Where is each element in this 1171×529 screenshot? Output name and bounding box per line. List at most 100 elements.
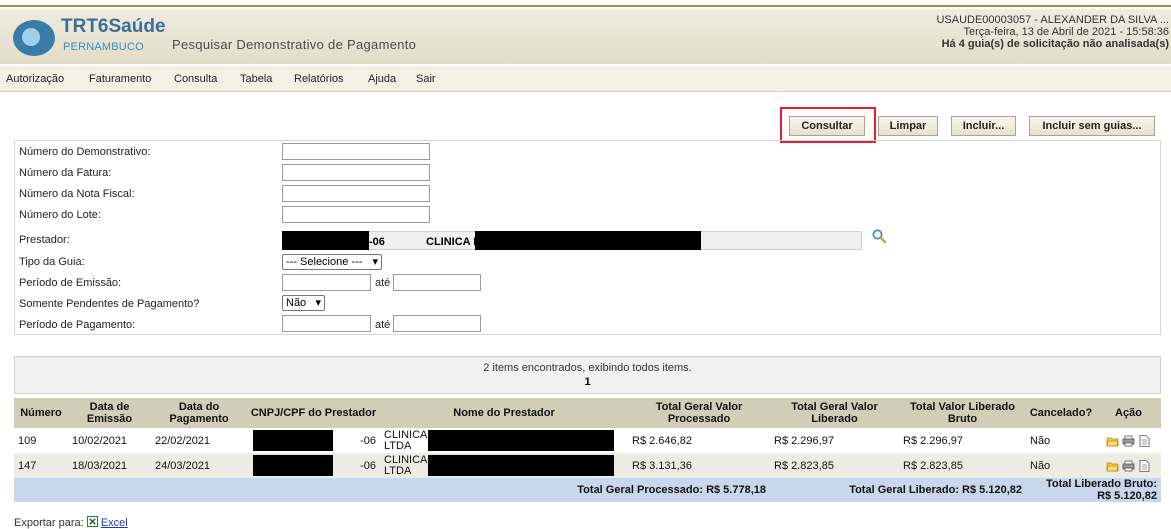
redacted-cnpj — [253, 430, 333, 451]
consultar-button[interactable]: Consultar — [789, 116, 865, 136]
pagamento-fim-input[interactable] — [393, 315, 481, 332]
redacted-nome — [428, 430, 614, 451]
label-periodo-emissao: Período de Emissão: — [19, 277, 122, 289]
table-row[interactable]: 109 10/02/2021 22/02/2021 -06 CLINICA LT… — [14, 428, 1161, 453]
somente-pendentes-value: Não — [286, 297, 307, 309]
cell-cnpj: -06 — [247, 453, 380, 478]
numero-lote-input[interactable] — [282, 206, 430, 223]
nome-prestador: CLINICA LTDA — [384, 453, 427, 477]
user-info: USAUDE00003057 - ALEXANDER DA SILVA ... … — [936, 14, 1169, 50]
cell-nome: CLINICA LTDA — [380, 428, 628, 453]
cell-acao — [1096, 428, 1161, 453]
chevron-down-icon: ▾ — [372, 256, 378, 268]
cell-cancelado: Não — [1026, 428, 1096, 453]
prestador-code-suffix: -06 — [369, 236, 385, 248]
numero-fatura-input[interactable] — [282, 164, 430, 181]
current-date: Terça-feira, 13 de Abril de 2021 - 15:58… — [963, 26, 1169, 38]
numero-demonstrativo-input[interactable] — [282, 143, 430, 160]
cell-pagamento: 22/02/2021 — [151, 428, 247, 453]
cell-cancelado: Não — [1026, 453, 1096, 478]
pagamento-inicio-input[interactable] — [282, 315, 371, 332]
col-numero[interactable]: Número — [14, 398, 68, 428]
cell-liberado: R$ 2.823,85 — [770, 453, 899, 478]
emissao-inicio-input[interactable] — [282, 274, 371, 291]
search-icon[interactable] — [871, 228, 887, 244]
cell-nome: CLINICA LTDA — [380, 453, 628, 478]
export-excel-link[interactable]: Excel — [101, 517, 128, 529]
cell-emissao: 10/02/2021 — [68, 428, 151, 453]
label-numero-nota-fiscal: Número da Nota Fiscal: — [19, 188, 135, 200]
col-data-emissao[interactable]: Data de Emissão — [68, 398, 151, 428]
open-folder-icon[interactable] — [1106, 460, 1119, 472]
total-bruto: Total Liberado Bruto: R$ 5.120,82 — [1026, 478, 1161, 502]
label-tipo-guia: Tipo da Guia: — [19, 256, 85, 268]
excel-icon[interactable] — [86, 516, 98, 527]
menu-sair[interactable]: Sair — [416, 73, 436, 85]
menu-tabela[interactable]: Tabela — [240, 73, 272, 85]
label-numero-fatura: Número da Fatura: — [19, 167, 112, 179]
label-numero-demonstrativo: Número do Demonstrativo: — [19, 146, 151, 158]
col-acao: Ação — [1096, 398, 1161, 428]
incluir-sem-guias-button[interactable]: Incluir sem guias... — [1029, 116, 1155, 136]
cnpj-suffix: -06 — [360, 459, 376, 472]
menu-consulta[interactable]: Consulta — [174, 73, 217, 85]
document-icon[interactable] — [1138, 459, 1151, 472]
cell-bruto: R$ 2.296,97 — [899, 428, 1026, 453]
emissao-fim-input[interactable] — [393, 274, 481, 291]
incluir-button[interactable]: Incluir... — [951, 116, 1016, 136]
cell-liberado: R$ 2.296,97 — [770, 428, 899, 453]
print-icon[interactable] — [1122, 460, 1135, 472]
menu-ajuda[interactable]: Ajuda — [368, 73, 396, 85]
limpar-button[interactable]: Limpar — [878, 116, 938, 136]
redacted-cnpj — [253, 455, 333, 476]
col-nome-prestador[interactable]: Nome do Prestador — [380, 398, 628, 428]
tipo-guia-select[interactable]: --- Selecione --- ▾ — [282, 254, 382, 270]
redacted-prestador-code — [282, 231, 369, 250]
results-table: Número Data de Emissão Data do Pagamento… — [14, 398, 1161, 502]
col-cancelado[interactable]: Cancelado? — [1026, 398, 1096, 428]
open-folder-icon[interactable] — [1106, 435, 1119, 447]
export-bar: Exportar para: Excel — [14, 516, 128, 529]
results-summary: 2 items encontrados, exibindo todos item… — [14, 356, 1161, 394]
cell-processado: R$ 3.131,36 — [628, 453, 770, 478]
numero-nota-fiscal-input[interactable] — [282, 185, 430, 202]
label-periodo-pagamento: Período de Pagamento: — [19, 319, 136, 331]
total-liberado: Total Geral Liberado: R$ 5.120,82 — [770, 478, 1026, 502]
redacted-nome — [428, 455, 614, 476]
print-icon[interactable] — [1122, 435, 1135, 447]
label-numero-lote: Número do Lote: — [19, 209, 101, 221]
cell-pagamento: 24/03/2021 — [151, 453, 247, 478]
col-cnpj[interactable]: CNPJ/CPF do Prestador — [247, 398, 380, 428]
results-count: 2 items encontrados, exibindo todos item… — [483, 362, 692, 374]
chevron-down-icon: ▾ — [315, 297, 321, 309]
table-row[interactable]: 147 18/03/2021 24/03/2021 -06 CLINICA LT… — [14, 453, 1161, 478]
pending-alert[interactable]: Há 4 guia(s) de solicitação não analisad… — [936, 38, 1169, 50]
cell-numero: 147 — [14, 453, 68, 478]
col-liberado-bruto[interactable]: Total Valor Liberado Bruto — [899, 398, 1026, 428]
menu-relatorios[interactable]: Relatórios — [294, 73, 344, 85]
logo-subtitle: PERNAMBUCO — [63, 41, 144, 53]
cell-emissao: 18/03/2021 — [68, 453, 151, 478]
label-somente-pendentes: Somente Pendentes de Pagamento? — [19, 298, 200, 310]
ate-label-pagamento: até — [375, 319, 391, 331]
col-data-pagamento[interactable]: Data do Pagamento — [151, 398, 247, 428]
top-border — [0, 0, 1171, 7]
logo-icon — [13, 20, 55, 56]
menu-faturamento[interactable]: Faturamento — [89, 73, 151, 85]
nome-prestador: CLINICA LTDA — [384, 428, 427, 452]
page-number[interactable]: 1 — [15, 376, 1160, 388]
page-title: Pesquisar Demonstrativo de Pagamento — [172, 37, 417, 52]
col-valor-liberado[interactable]: Total Geral Valor Liberado — [770, 398, 899, 428]
menu-autorizacao[interactable]: Autorização — [6, 73, 64, 85]
prestador-name: CLINICA F — [426, 236, 480, 248]
somente-pendentes-select[interactable]: Não ▾ — [282, 295, 325, 311]
col-valor-processado[interactable]: Total Geral Valor Processado — [628, 398, 770, 428]
cnpj-suffix: -06 — [360, 434, 376, 447]
main-menu: Autorização Faturamento Consulta Tabela … — [0, 66, 1171, 92]
cell-acao — [1096, 453, 1161, 478]
logo: TRT6Saúde PERNAMBUCO — [8, 12, 168, 60]
logo-title: TRT6Saúde — [61, 16, 166, 37]
document-icon[interactable] — [1138, 434, 1151, 447]
total-processado: Total Geral Processado: R$ 5.778,18 — [14, 478, 770, 502]
redacted-prestador-name — [475, 231, 701, 250]
